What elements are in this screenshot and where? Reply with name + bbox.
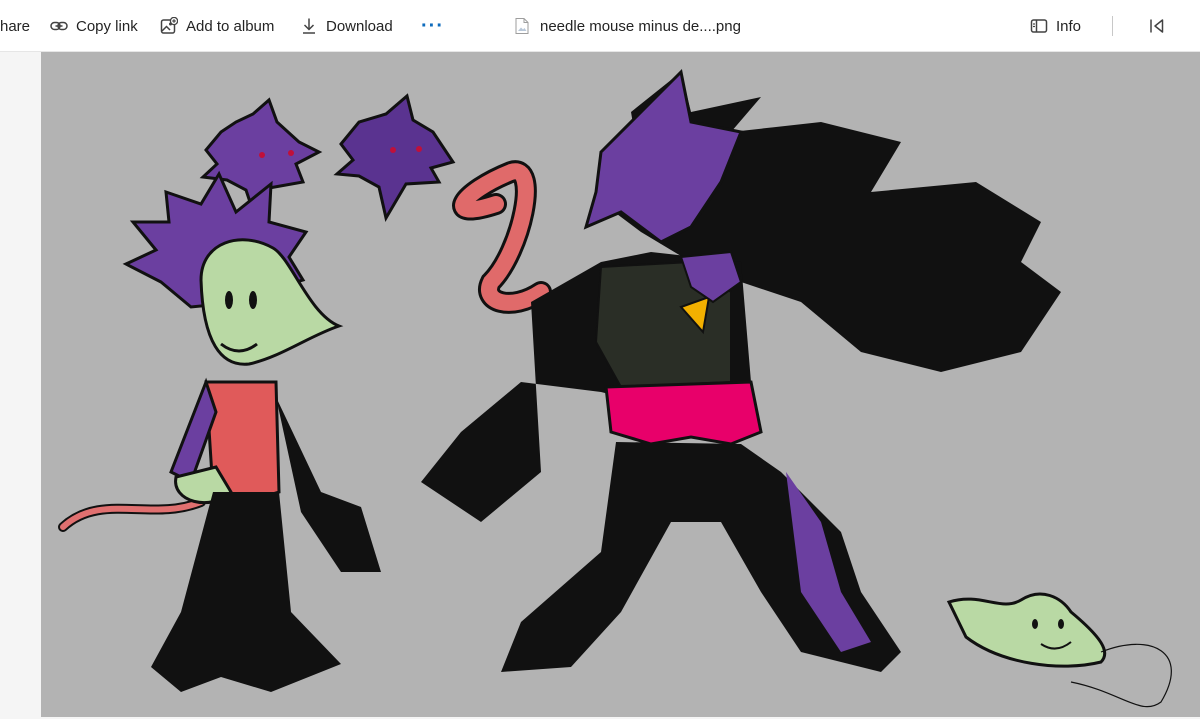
needle-mouse-character <box>58 170 381 692</box>
more-options-icon: ··· <box>421 15 444 37</box>
share-label: hare <box>0 17 31 35</box>
download-icon <box>303 18 315 34</box>
head-sketch-right <box>333 93 456 223</box>
image-viewer-stage <box>0 52 1200 719</box>
download-label: Download <box>326 17 393 35</box>
image-file-icon <box>515 18 529 34</box>
small-critter <box>946 592 1172 708</box>
artwork-image[interactable] <box>41 52 1200 717</box>
collapse-panel-button[interactable] <box>1148 0 1166 52</box>
album-add-icon <box>160 17 178 34</box>
info-label: Info <box>1056 17 1082 35</box>
add-to-album-label: Add to album <box>186 17 275 35</box>
copy-link-button[interactable]: Copy link <box>50 0 138 52</box>
transformed-character <box>421 68 1061 672</box>
download-button[interactable]: Download <box>300 0 393 52</box>
file-name-label: needle mouse minus de....png <box>540 17 741 35</box>
file-name: needle mouse minus de....png <box>514 0 741 52</box>
copy-link-label: Copy link <box>76 17 138 35</box>
collapse-panel-icon <box>1150 19 1164 33</box>
info-button[interactable]: Info <box>1030 0 1081 52</box>
character-sketch-illustration <box>58 68 1172 708</box>
info-panel-icon <box>1030 19 1048 33</box>
viewer-toolbar: hare Copy link Add to album Download ··· <box>0 0 1200 52</box>
link-icon <box>50 21 68 31</box>
more-options-button[interactable]: ··· <box>421 0 444 52</box>
toolbar-divider <box>1112 16 1113 36</box>
add-to-album-button[interactable]: Add to album <box>160 0 274 52</box>
share-button[interactable]: hare <box>0 0 30 52</box>
